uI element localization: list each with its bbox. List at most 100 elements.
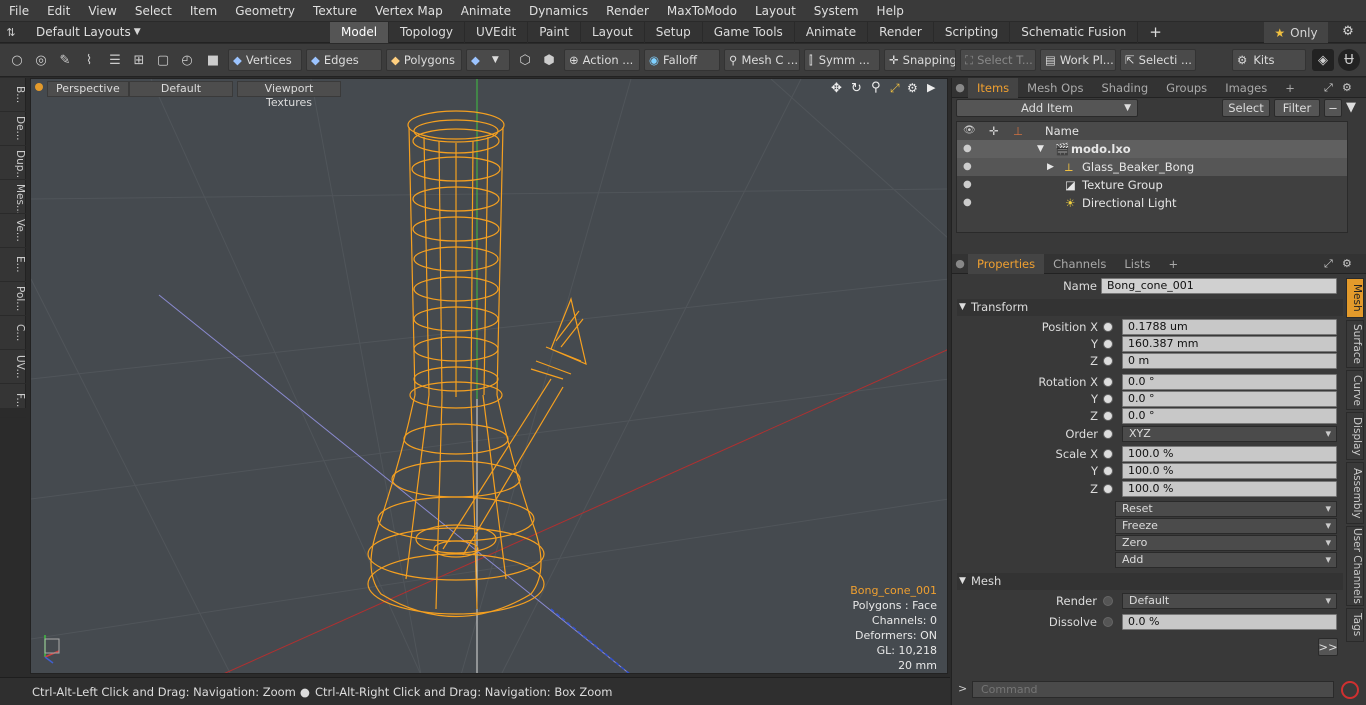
zoom-view-icon[interactable]: ⚲: [871, 80, 881, 95]
brush-icon[interactable]: ⌇: [78, 49, 100, 71]
clock-icon[interactable]: ◴: [176, 49, 198, 71]
left-tab-edge[interactable]: E...: [0, 248, 26, 282]
menu-render[interactable]: Render: [597, 0, 658, 22]
tab-render[interactable]: Render: [868, 21, 934, 43]
menu-file[interactable]: File: [0, 0, 38, 22]
list-item[interactable]: ● ◪ Texture Group: [957, 176, 1347, 194]
tab-layout[interactable]: Layout: [581, 21, 645, 43]
chevron-down-icon[interactable]: ▼: [131, 27, 141, 37]
add-dropdown[interactable]: Add: [1115, 552, 1337, 568]
kits-button[interactable]: ⚙ Kits: [1232, 49, 1306, 71]
tab-game-tools[interactable]: Game Tools: [703, 21, 795, 43]
add-item-dropdown[interactable]: Add Item ▼: [956, 99, 1138, 117]
anim-dot-icon[interactable]: [1103, 339, 1113, 349]
tab-mesh-ops[interactable]: Mesh Ops: [1018, 78, 1092, 98]
anim-dot-icon[interactable]: [1103, 322, 1113, 332]
menu-select[interactable]: Select: [126, 0, 181, 22]
rotation-x-field[interactable]: 0.0 °: [1122, 374, 1337, 390]
expand-arrow-icon[interactable]: ▼: [1037, 140, 1044, 158]
menu-edit[interactable]: Edit: [38, 0, 79, 22]
menu-geometry[interactable]: Geometry: [226, 0, 304, 22]
tab-shading[interactable]: Shading: [1092, 78, 1157, 98]
side-tab-assembly[interactable]: Assembly: [1346, 462, 1364, 524]
pen-icon[interactable]: ✎: [54, 49, 76, 71]
side-tab-display[interactable]: Display: [1346, 412, 1364, 460]
eye-icon[interactable]: ●: [963, 158, 975, 176]
position-y-field[interactable]: 160.387 mm: [1122, 336, 1337, 352]
tab-channels[interactable]: Channels: [1044, 254, 1115, 274]
list-item[interactable]: ● ☀ Directional Light: [957, 194, 1347, 212]
falloff-button[interactable]: ◉ Falloff: [644, 49, 720, 71]
menu-animate[interactable]: Animate: [452, 0, 520, 22]
command-input[interactable]: [972, 681, 1334, 698]
3d-viewport[interactable]: Perspective Default Viewport Textures ✥ …: [30, 78, 948, 674]
action-center-button[interactable]: ⊕ Action ...: [564, 49, 640, 71]
layers-icon[interactable]: ☰: [104, 49, 126, 71]
rotation-y-field[interactable]: 0.0 °: [1122, 391, 1337, 407]
anim-dot-icon[interactable]: [1103, 617, 1113, 627]
grid-icon[interactable]: ⊞: [128, 49, 150, 71]
add-panel-tab-icon[interactable]: +: [1159, 254, 1187, 274]
side-tab-surface[interactable]: Surface: [1346, 320, 1364, 368]
funnel-icon[interactable]: ▼: [1346, 100, 1356, 115]
gear-icon[interactable]: ⚙: [1338, 24, 1358, 39]
collapse-icon[interactable]: −: [1324, 99, 1342, 117]
only-toggle[interactable]: ★ Only: [1264, 22, 1328, 43]
tab-groups[interactable]: Groups: [1157, 78, 1216, 98]
shield-icon[interactable]: ⬡: [514, 49, 536, 71]
expand-panel-icon[interactable]: ⤢: [1324, 257, 1333, 271]
mesh-section[interactable]: ▼ Mesh: [957, 573, 1343, 590]
anim-dot-icon[interactable]: [1103, 449, 1113, 459]
side-tab-mesh[interactable]: Mesh: [1346, 278, 1364, 318]
item-mode-button[interactable]: ◆ ▼: [466, 49, 510, 71]
left-tab-duplicate[interactable]: Dup...: [0, 146, 26, 180]
left-tab-deform[interactable]: De...: [0, 112, 26, 146]
tab-topology[interactable]: Topology: [389, 21, 466, 43]
globe-icon[interactable]: ◎: [30, 49, 52, 71]
freeze-dropdown[interactable]: Freeze: [1115, 518, 1337, 534]
add-panel-tab-icon[interactable]: +: [1276, 78, 1304, 98]
default-shading-button[interactable]: Default: [129, 81, 233, 97]
anim-dot-icon[interactable]: [1103, 466, 1113, 476]
viewport-textures-button[interactable]: Viewport Textures: [237, 81, 341, 109]
left-tab-polygon[interactable]: Pol...: [0, 282, 26, 316]
viewport-menu-dot[interactable]: [35, 83, 43, 91]
left-tab-fusion[interactable]: F...: [0, 384, 26, 418]
panel-menu-dot[interactable]: ●: [952, 257, 968, 270]
tab-items[interactable]: Items: [968, 77, 1019, 98]
expand-panel-icon[interactable]: ⤢: [1324, 81, 1333, 95]
unreal-icon[interactable]: Ʉ: [1338, 49, 1360, 71]
tab-model[interactable]: Model: [330, 21, 390, 43]
anim-dot-icon[interactable]: [1103, 394, 1113, 404]
order-dropdown[interactable]: XYZ: [1122, 426, 1337, 442]
anim-dot-icon[interactable]: [1103, 484, 1113, 494]
eye-icon[interactable]: ●: [963, 140, 975, 158]
eye-icon[interactable]: ●: [963, 194, 975, 212]
left-tab-uv[interactable]: UV...: [0, 350, 26, 384]
cycle-icon[interactable]: ⇅: [0, 26, 22, 39]
anim-dot-icon[interactable]: [1103, 596, 1113, 606]
menu-layout[interactable]: Layout: [746, 0, 805, 22]
panel-menu-dot[interactable]: ●: [952, 81, 968, 94]
more-button[interactable]: >>: [1318, 638, 1338, 656]
tab-animate[interactable]: Animate: [795, 21, 869, 43]
menu-view[interactable]: View: [79, 0, 125, 22]
polygons-button[interactable]: ◆ Polygons: [386, 49, 462, 71]
panel-gear-icon[interactable]: ⚙: [1342, 81, 1352, 94]
work-plane-button[interactable]: ▤ Work Pl...: [1040, 49, 1116, 71]
symmetry-button[interactable]: ⫿ Symm ...: [804, 49, 880, 71]
menu-vertex-map[interactable]: Vertex Map: [366, 0, 452, 22]
name-field[interactable]: Bong_cone_001: [1101, 278, 1337, 294]
zero-dropdown[interactable]: Zero: [1115, 535, 1337, 551]
shield-alt-icon[interactable]: ⬢: [538, 49, 560, 71]
cube-icon[interactable]: ■: [202, 49, 224, 71]
tab-schematic-fusion[interactable]: Schematic Fusion: [1010, 21, 1139, 43]
circle-select-icon[interactable]: ○: [6, 49, 28, 71]
left-tab-curve[interactable]: C...: [0, 316, 26, 350]
menu-item[interactable]: Item: [181, 0, 226, 22]
default-layouts-dropdown[interactable]: Default Layouts: [22, 25, 131, 39]
side-tab-curve[interactable]: Curve: [1346, 370, 1364, 410]
record-icon[interactable]: [1341, 681, 1359, 699]
select-through-button[interactable]: ⛶ Select T...: [960, 49, 1036, 71]
tab-scripting[interactable]: Scripting: [934, 21, 1011, 43]
